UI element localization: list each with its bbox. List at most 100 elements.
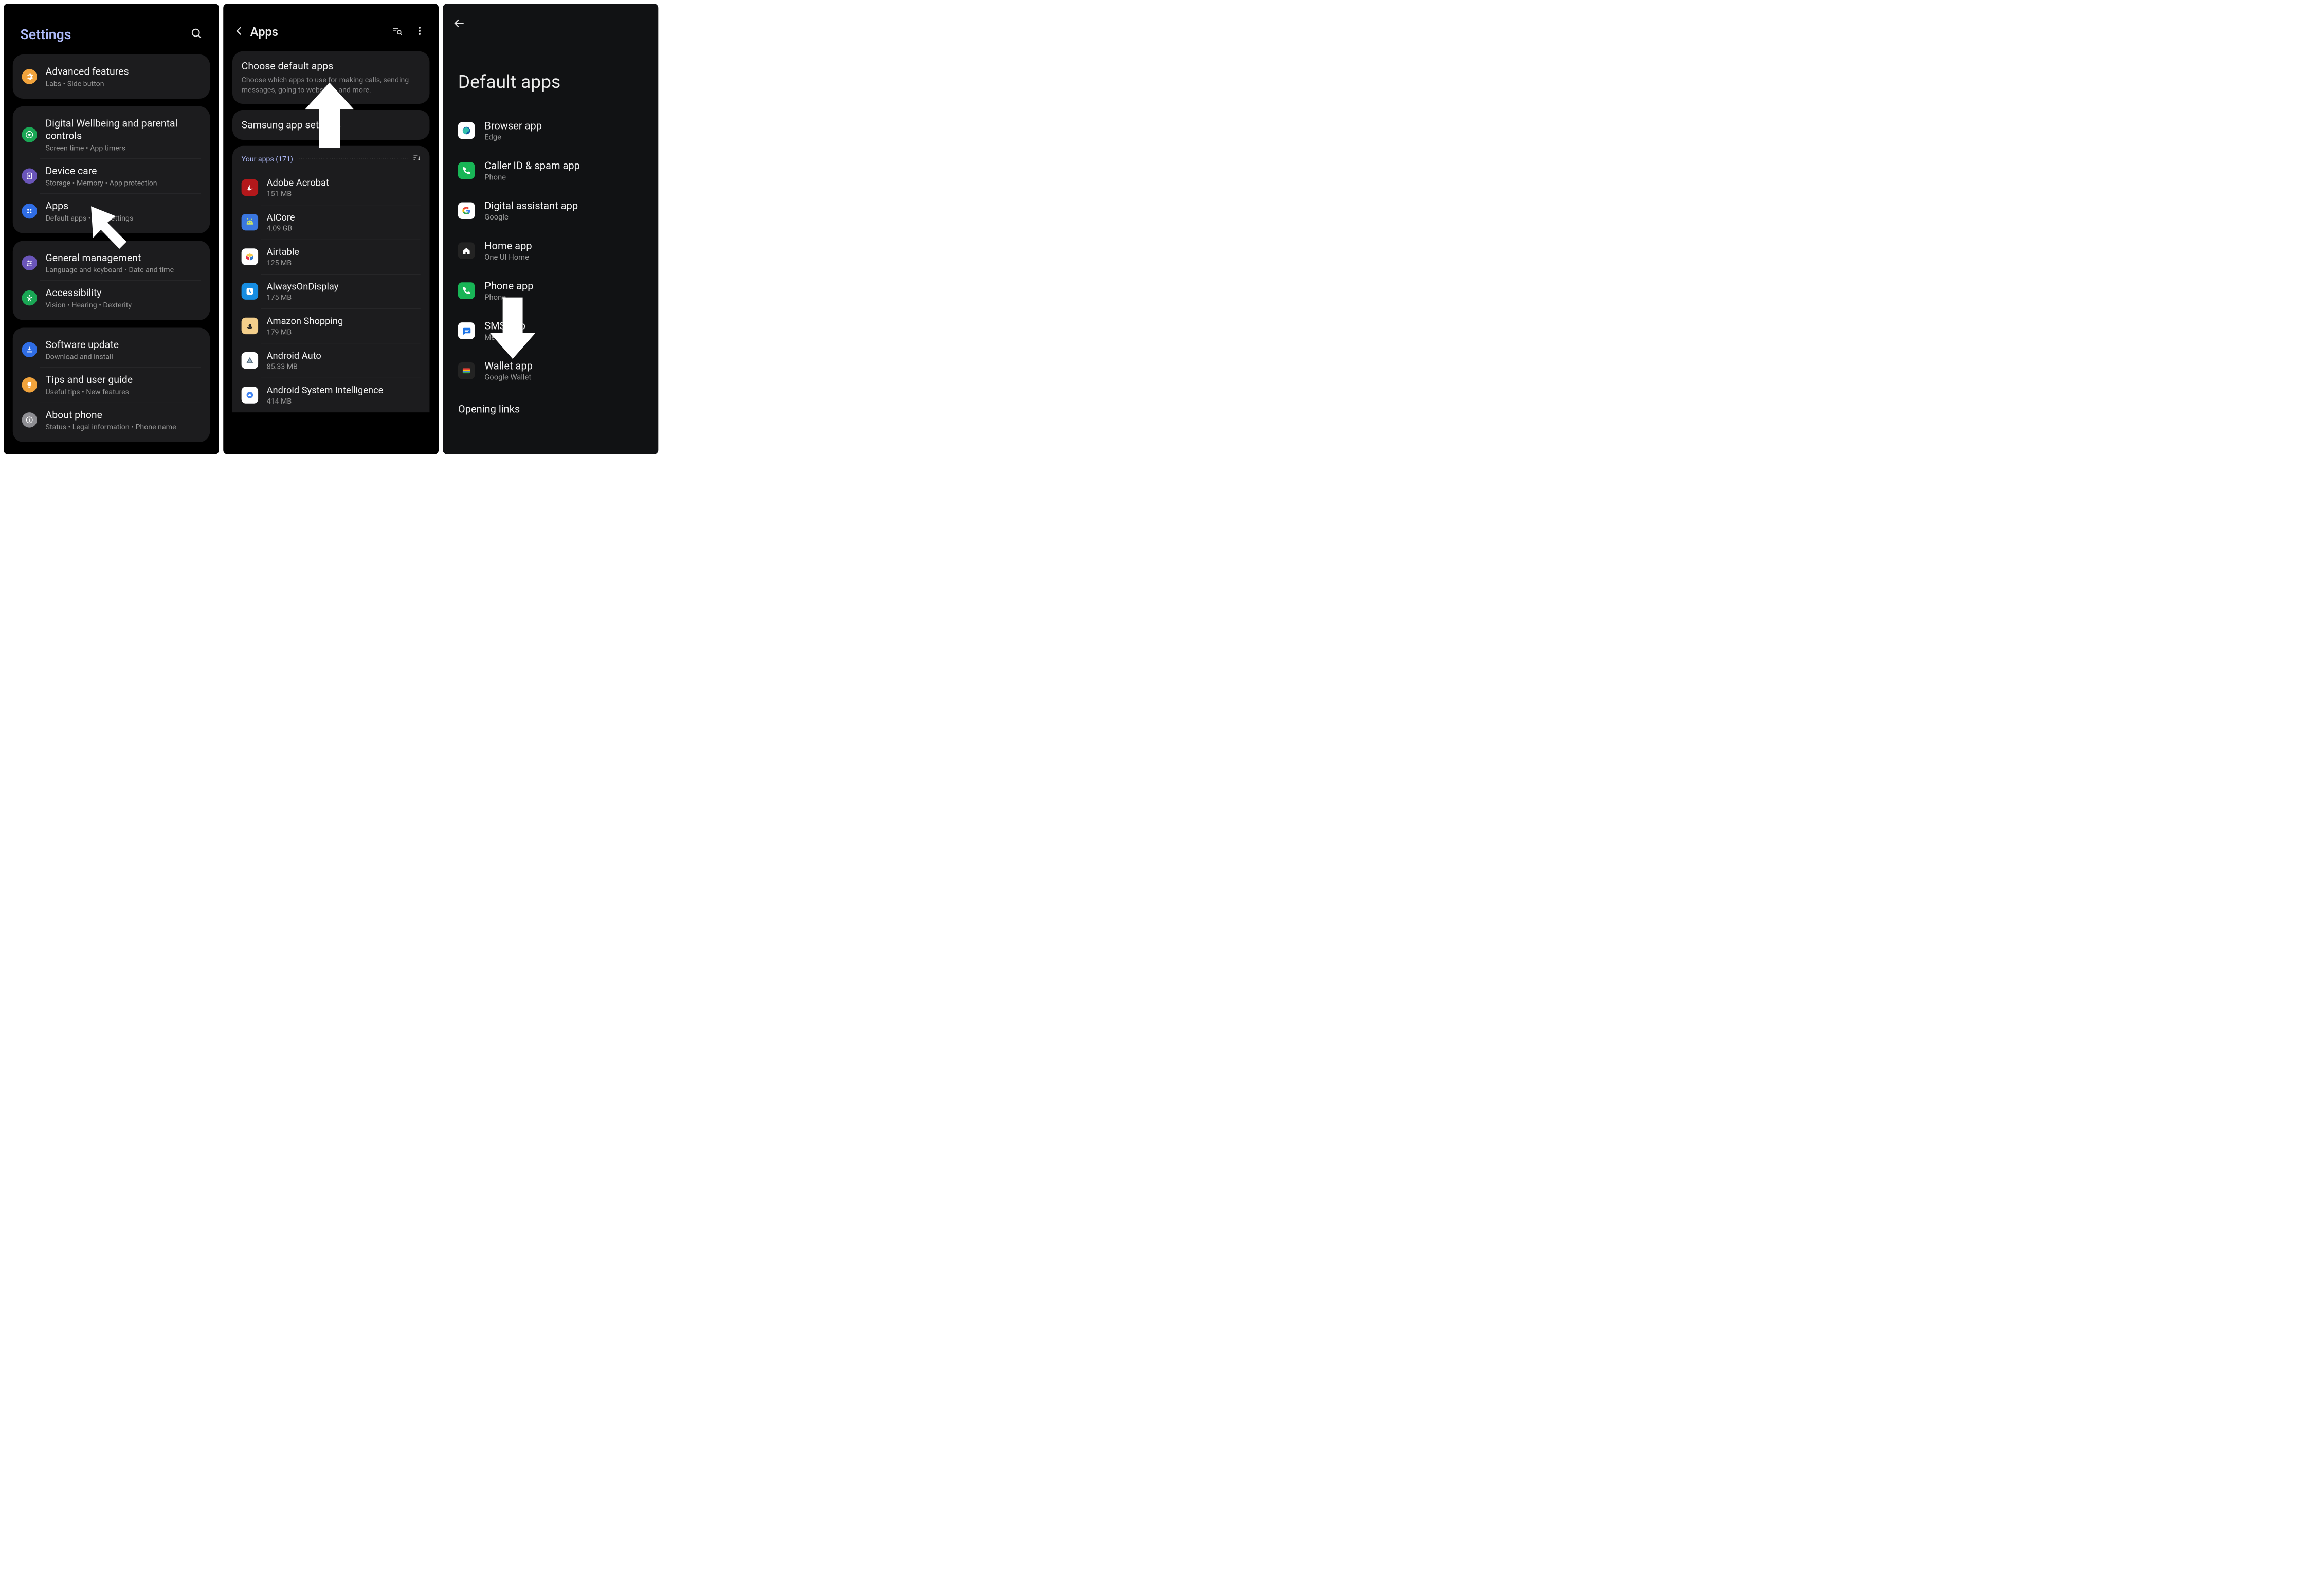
settings-item-sub: Vision • Hearing • Dexterity — [45, 301, 201, 309]
search-icon[interactable] — [190, 27, 203, 42]
default-app-label: Wallet app — [484, 360, 643, 372]
app-name: AICore — [267, 212, 421, 223]
settings-item-label: Software update — [45, 339, 201, 351]
settings-group: Advanced features Labs • Side button — [13, 54, 210, 99]
settings-header: Settings — [4, 4, 219, 54]
default-app-sub: Google — [484, 213, 643, 222]
app-text: Android Auto 85.33 MB — [267, 350, 421, 371]
default-app-row[interactable]: Home app One UI Home — [443, 231, 658, 271]
default-app-label: Phone app — [484, 280, 643, 292]
settings-item-sub: Useful tips • New features — [45, 388, 201, 396]
back-icon[interactable] — [234, 25, 245, 39]
default-app-row[interactable]: Caller ID & spam app Phone — [443, 151, 658, 191]
app-icon — [242, 283, 258, 299]
app-text: AICore 4.09 GB — [267, 212, 421, 232]
settings-item-label: Digital Wellbeing and parental controls — [45, 117, 201, 142]
heart-circle-icon — [22, 127, 37, 142]
back-arrow-icon[interactable] — [453, 17, 648, 32]
settings-item-sub: Download and install — [45, 352, 201, 361]
app-name: AlwaysOnDisplay — [267, 281, 421, 293]
default-app-sub: Google Wallet — [484, 373, 643, 381]
settings-item-gear[interactable]: Advanced features Labs • Side button — [13, 59, 210, 94]
default-app-label: Browser app — [484, 120, 643, 132]
apps-title: Apps — [250, 25, 379, 39]
default-app-icon — [458, 242, 475, 259]
app-text: AlwaysOnDisplay 175 MB — [267, 281, 421, 302]
app-size: 125 MB — [267, 259, 421, 267]
settings-item-info[interactable]: About phone Status • Legal information •… — [13, 403, 210, 437]
apps-grid-icon — [22, 204, 37, 219]
app-size: 4.09 GB — [267, 224, 421, 232]
default-app-row[interactable]: SMS app Messages — [443, 311, 658, 351]
default-app-row[interactable]: Wallet app Google Wallet — [443, 351, 658, 391]
choose-default-title: Choose default apps — [242, 60, 421, 72]
default-app-row[interactable]: Phone app Phone — [443, 271, 658, 311]
default-app-icon — [458, 282, 475, 299]
apps-screen: Apps Choose default apps Choose which ap… — [223, 4, 439, 454]
app-row[interactable]: AICore 4.09 GB — [232, 205, 429, 239]
default-app-icon — [458, 122, 475, 139]
app-icon — [242, 248, 258, 265]
app-text: Airtable 125 MB — [267, 246, 421, 267]
settings-item-label: Advanced features — [45, 65, 201, 78]
default-app-row[interactable]: Digital assistant app Google — [443, 191, 658, 231]
your-apps-header-label: Your apps (171) — [242, 154, 293, 163]
settings-item-sub: Screen time • App timers — [45, 143, 201, 152]
device-care-icon — [22, 169, 37, 184]
app-row[interactable]: Android Auto 85.33 MB — [232, 343, 429, 377]
opening-links-section[interactable]: Opening links — [443, 391, 658, 421]
settings-item-heart-circle[interactable]: Digital Wellbeing and parental controls … — [13, 111, 210, 158]
default-apps-title: Default apps — [443, 37, 658, 111]
settings-item-text: Tips and user guide Useful tips • New fe… — [45, 374, 201, 396]
app-name: Android System Intelligence — [267, 385, 421, 396]
arrow-up-choose-default-icon — [305, 82, 354, 148]
default-app-icon — [458, 362, 475, 379]
settings-item-bulb[interactable]: Tips and user guide Useful tips • New fe… — [13, 367, 210, 402]
settings-item-sub: Status • Legal information • Phone name — [45, 423, 201, 431]
arrow-down-icon — [490, 296, 536, 360]
settings-item-label: Accessibility — [45, 287, 201, 299]
app-size: 179 MB — [267, 327, 421, 336]
app-row[interactable]: Airtable 125 MB — [232, 240, 429, 274]
app-icon — [242, 387, 258, 403]
sort-icon[interactable] — [412, 153, 421, 164]
default-app-label: Home app — [484, 240, 643, 252]
settings-item-accessibility[interactable]: Accessibility Vision • Hearing • Dexteri… — [13, 280, 210, 315]
app-name: Airtable — [267, 246, 421, 258]
app-text: Adobe Acrobat 151 MB — [267, 177, 421, 198]
default-app-text: Wallet app Google Wallet — [484, 360, 643, 381]
app-name: Amazon Shopping — [267, 316, 421, 327]
settings-item-sub: Storage • Memory • App protection — [45, 178, 201, 187]
apps-header: Apps — [223, 4, 439, 51]
app-row[interactable]: Android System Intelligence 414 MB — [232, 378, 429, 412]
settings-item-text: Accessibility Vision • Hearing • Dexteri… — [45, 287, 201, 309]
default-apps-screen: Default apps Browser app Edge Caller ID … — [443, 4, 658, 454]
default-app-sub: Edge — [484, 133, 643, 141]
default-app-label: Caller ID & spam app — [484, 160, 643, 172]
app-size: 85.33 MB — [267, 362, 421, 371]
app-icon — [242, 179, 258, 196]
settings-item-download[interactable]: Software update Download and install — [13, 332, 210, 367]
settings-item-text: Software update Download and install — [45, 339, 201, 361]
settings-item-text: About phone Status • Legal information •… — [45, 409, 201, 431]
settings-item-sub: Labs • Side button — [45, 79, 201, 88]
more-menu-icon[interactable] — [414, 26, 425, 39]
accessibility-icon — [22, 290, 37, 306]
app-text: Android System Intelligence 414 MB — [267, 385, 421, 405]
default-app-text: Caller ID & spam app Phone — [484, 160, 643, 181]
settings-item-device-care[interactable]: Device care Storage • Memory • App prote… — [13, 158, 210, 193]
settings-item-text: Digital Wellbeing and parental controls … — [45, 117, 201, 152]
app-row[interactable]: Adobe Acrobat 151 MB — [232, 170, 429, 205]
download-icon — [22, 342, 37, 357]
default-app-text: Browser app Edge — [484, 120, 643, 141]
app-name: Android Auto — [267, 350, 421, 361]
your-apps-list: Your apps (171) Adobe Acrobat 151 MB AIC… — [232, 146, 429, 412]
app-row[interactable]: Amazon Shopping 179 MB — [232, 308, 429, 343]
app-row[interactable]: AlwaysOnDisplay 175 MB — [232, 274, 429, 308]
filter-search-icon[interactable] — [392, 26, 403, 39]
default-app-icon — [458, 322, 475, 339]
default-app-text: Home app One UI Home — [484, 240, 643, 261]
settings-screen: Settings Advanced features Labs • Side b… — [4, 4, 219, 454]
default-app-row[interactable]: Browser app Edge — [443, 111, 658, 151]
default-app-icon — [458, 203, 475, 219]
